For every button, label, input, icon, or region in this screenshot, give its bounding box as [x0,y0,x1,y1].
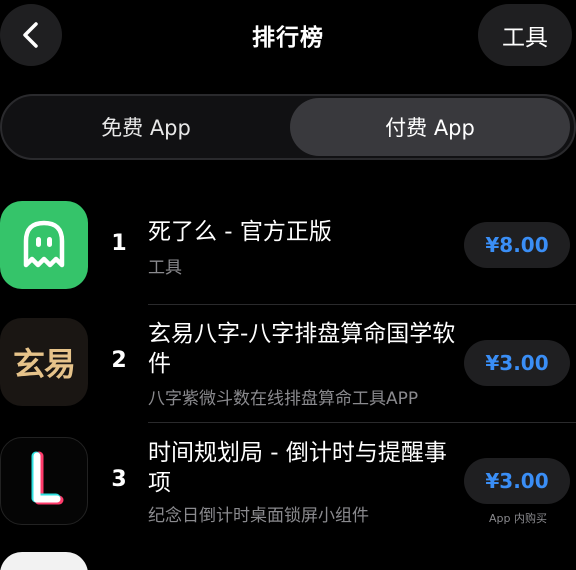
app-subtitle: 纪念日倒计时桌面锁屏小组件 [148,506,369,526]
xuanyi-logo-text: 玄易 [12,345,76,383]
ghost-icon[interactable] [0,201,88,289]
ranking-page: 排行榜 工具 免费 App 付费 App 1 死了么 - 官方正版 工具 ¥8.… [0,0,576,570]
divider [148,422,576,423]
tab-free-app[interactable]: 免费 App [6,98,286,156]
rank-number: 2 [111,348,127,373]
app-subtitle: 工具 [148,258,182,278]
segmented-control: 免费 App 付费 App [0,94,576,160]
in-app-purchase-note: App 内购买 [489,512,547,525]
next-app-icon[interactable] [0,552,88,570]
tools-button[interactable]: 工具 [478,4,572,66]
divider [148,304,576,305]
app-name: 死了么 - 官方正版 [148,219,332,245]
xuanyi-logo[interactable]: 玄易 [0,318,88,406]
rank-number: 1 [111,231,127,256]
clock-l-icon[interactable] [0,437,88,525]
price-button[interactable]: ¥8.00 [464,222,570,268]
price-button[interactable]: ¥3.00 [464,340,570,386]
app-name: 时间规划局 - 倒计时与提醒事项 [148,440,447,496]
rank-number: 3 [111,467,127,492]
app-subtitle: 八字紫微斗数在线排盘算命工具APP [148,389,419,409]
price-button[interactable]: ¥3.00 [464,458,570,504]
tab-paid-app[interactable]: 付费 App [290,98,570,156]
app-name: 玄易八字-八字排盘算命国学软件 [148,321,456,377]
